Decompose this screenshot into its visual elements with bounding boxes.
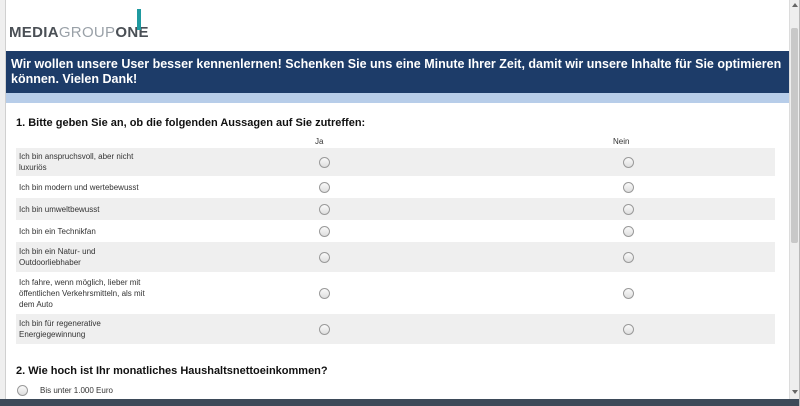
banner-line-1: Wir wollen unsere User besser kennenlern… <box>11 57 782 71</box>
radio-nein[interactable] <box>623 157 634 168</box>
radio-nein[interactable] <box>623 226 634 237</box>
matrix-row-label-line: dem Auto <box>19 300 53 309</box>
matrix-row: Ich fahre, wenn möglich, lieber mit öffen… <box>16 272 775 314</box>
matrix-row: Ich bin umweltbewusst <box>16 198 775 220</box>
matrix-row-label-line: Ich bin ein Technikfan <box>19 227 96 236</box>
radio-nein[interactable] <box>623 252 634 263</box>
column-header-nein: Nein <box>613 137 630 146</box>
income-option-label: Bis unter 1.000 Euro <box>40 386 113 395</box>
matrix-row-label-line: Ich bin für regenerative <box>19 319 101 328</box>
matrix-row-label: Ich bin modern und wertebewusst <box>19 182 169 193</box>
radio-ja[interactable] <box>319 204 330 215</box>
question-1-title: 1. Bitte geben Sie an, ob die folgenden … <box>16 117 366 129</box>
matrix-row-label-line: Ich bin anspruchsvoll, aber nicht <box>19 152 134 161</box>
radio-ja[interactable] <box>319 226 330 237</box>
matrix-row-label: Ich bin anspruchsvoll, aber nicht luxuriö… <box>19 151 169 173</box>
matrix-row: Ich bin modern und wertebewusst <box>16 176 775 198</box>
matrix-row: Ich bin anspruchsvoll, aber nicht luxuriö… <box>16 148 775 176</box>
radio-nein[interactable] <box>623 182 634 193</box>
radio-nein[interactable] <box>623 324 634 335</box>
radio-ja[interactable] <box>319 288 330 299</box>
background-page-strip <box>0 399 800 406</box>
mediagroupone-logo: MEDIAGROUPONE <box>9 24 149 41</box>
matrix-row-label: Ich bin umweltbewusst <box>19 204 169 215</box>
banner-line-2: können. Vielen Dank! <box>11 72 138 86</box>
matrix-row-label: Ich fahre, wenn möglich, lieber mit öffen… <box>19 277 169 310</box>
matrix-row-label: Ich bin für regenerative Energiegewinnung <box>19 318 169 340</box>
matrix-row-label-line: luxuriös <box>19 163 47 172</box>
radio-ja[interactable] <box>319 324 330 335</box>
matrix-row-label-line: Ich bin modern und wertebewusst <box>19 183 139 192</box>
income-option-radio[interactable] <box>17 385 28 396</box>
question-2-title: 2. Wie hoch ist Ihr monatliches Haushalt… <box>16 365 328 377</box>
column-header-ja: Ja <box>315 137 324 146</box>
matrix-row: Ich bin ein Natur- und Outdoorliebhaber <box>16 242 775 272</box>
scroll-down-arrow-icon[interactable] <box>792 390 798 394</box>
matrix-row-label-line: Ich bin ein Natur- und <box>19 247 96 256</box>
matrix-row-label: Ich bin ein Natur- und Outdoorliebhaber <box>19 246 169 268</box>
survey-intro-banner: Wir wollen unsere User besser kennenlern… <box>6 51 789 93</box>
radio-ja[interactable] <box>319 252 330 263</box>
logo-accent-bar <box>137 9 141 30</box>
matrix-row-label-line: Ich fahre, wenn möglich, lieber mit <box>19 278 141 287</box>
scroll-up-arrow-icon[interactable] <box>792 3 798 7</box>
matrix-row-label-line: Outdoorliebhaber <box>19 258 81 267</box>
matrix-row-label-line: Energiegewinnung <box>19 330 86 339</box>
scrollbar-thumb[interactable] <box>791 28 798 243</box>
radio-ja[interactable] <box>319 182 330 193</box>
matrix-row: Ich bin für regenerative Energiegewinnung <box>16 314 775 344</box>
survey-dialog: MEDIAGROUPONE Wir wollen unsere User bes… <box>5 0 790 399</box>
matrix-row-label-line: Ich bin umweltbewusst <box>19 205 100 214</box>
matrix-row-label: Ich bin ein Technikfan <box>19 226 169 237</box>
radio-nein[interactable] <box>623 204 634 215</box>
matrix-row-label-line: öffentlichen Verkehrsmitteln, als mit <box>19 289 145 298</box>
radio-ja[interactable] <box>319 157 330 168</box>
radio-nein[interactable] <box>623 288 634 299</box>
banner-sub-strip <box>6 93 789 103</box>
matrix-row: Ich bin ein Technikfan <box>16 220 775 242</box>
